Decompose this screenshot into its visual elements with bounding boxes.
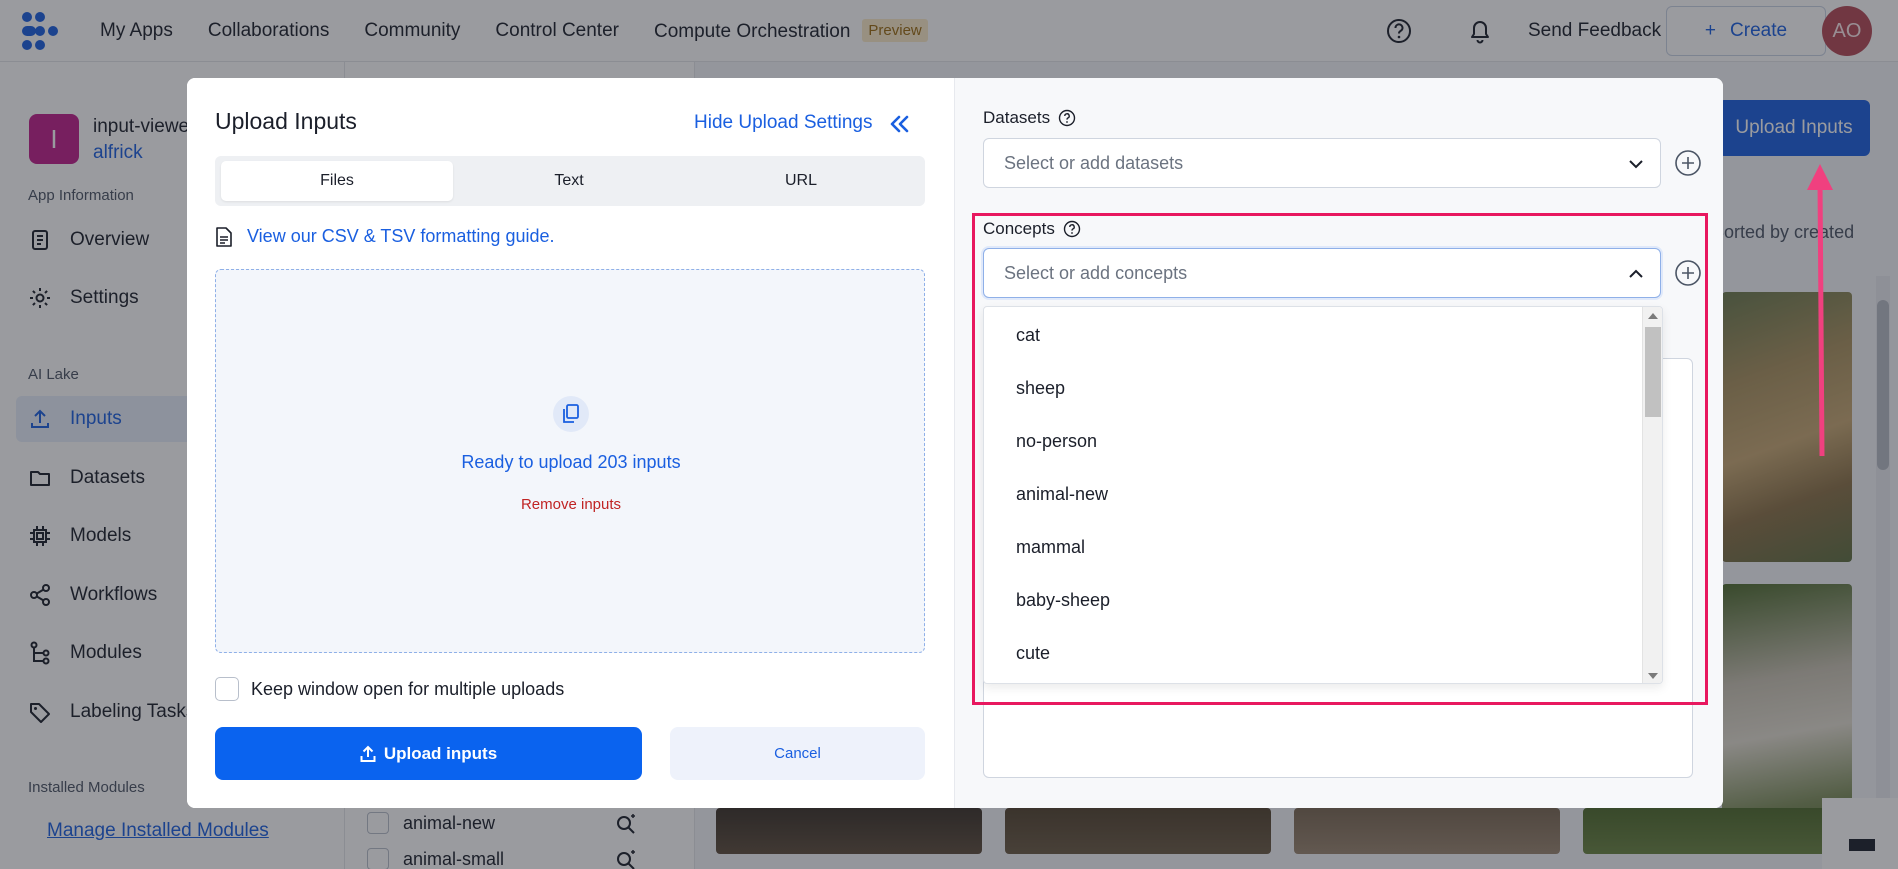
dropdown-scrollbar-thumb[interactable] (1645, 327, 1661, 417)
upload-type-tabs: Files Text URL (215, 156, 925, 206)
concept-option-baby-sheep[interactable]: baby-sheep (1016, 590, 1110, 611)
upload-inputs-modal: Upload Inputs Hide Upload Settings Files… (187, 78, 1723, 808)
add-dataset-icon[interactable] (1674, 149, 1702, 177)
remove-inputs-link[interactable]: Remove inputs (216, 496, 926, 513)
concepts-label: Concepts (983, 219, 1081, 239)
upload-icon (360, 745, 376, 762)
datasets-label: Datasets (983, 108, 1076, 128)
concept-option-cat[interactable]: cat (1016, 325, 1040, 346)
concept-option-cute[interactable]: cute (1016, 643, 1050, 664)
copy-files-icon (553, 396, 589, 432)
modal-left-panel: Upload Inputs Hide Upload Settings Files… (187, 78, 954, 808)
concept-option-mammal[interactable]: mammal (1016, 537, 1085, 558)
upload-button-label: Upload inputs (383, 743, 498, 763)
chevron-up-icon (1629, 269, 1643, 278)
add-concept-icon[interactable] (1674, 259, 1702, 287)
cancel-button[interactable]: Cancel (670, 727, 925, 780)
concepts-placeholder: Select or add concepts (1004, 262, 1188, 283)
scroll-down-arrow-icon[interactable] (1648, 673, 1658, 679)
dropdown-scrollbar[interactable] (1642, 307, 1662, 683)
concepts-select[interactable]: Select or add concepts (983, 248, 1661, 298)
csv-guide-text: View our CSV & TSV formatting guide. (247, 226, 555, 246)
scroll-up-arrow-icon[interactable] (1648, 313, 1658, 319)
keep-window-open-option[interactable]: Keep window open for multiple uploads (215, 677, 564, 701)
concepts-label-text: Concepts (983, 219, 1055, 238)
keep-open-checkbox[interactable] (215, 677, 239, 701)
double-chevron-left-icon[interactable] (887, 112, 911, 136)
modal-title: Upload Inputs (215, 108, 357, 134)
csv-guide-link[interactable]: View our CSV & TSV formatting guide. (215, 226, 555, 247)
tab-url[interactable]: URL (685, 161, 917, 201)
file-text-icon (216, 226, 232, 247)
file-dropzone[interactable]: Ready to upload 203 inputs Remove inputs (215, 269, 925, 653)
chevron-down-icon (1629, 160, 1643, 169)
concept-option-sheep[interactable]: sheep (1016, 378, 1065, 399)
upload-inputs-submit-button[interactable]: Upload inputs (215, 727, 642, 780)
help-icon[interactable] (1063, 220, 1081, 238)
pink-arrow-annotation (1807, 164, 1833, 457)
hide-upload-settings-link[interactable]: Hide Upload Settings (694, 112, 873, 134)
modal-settings-panel: Datasets Select or add datasets Concepts… (954, 78, 1723, 808)
tab-text[interactable]: Text (453, 161, 685, 201)
keep-open-label: Keep window open for multiple uploads (251, 678, 565, 699)
help-icon[interactable] (1058, 109, 1076, 127)
datasets-placeholder: Select or add datasets (1004, 152, 1184, 173)
datasets-label-text: Datasets (983, 108, 1051, 127)
concept-option-no-person[interactable]: no-person (1016, 431, 1097, 452)
concepts-dropdown-menu: cat sheep no-person animal-new mammal ba… (983, 306, 1663, 684)
tab-files[interactable]: Files (221, 161, 453, 201)
concept-option-animal-new[interactable]: animal-new (1016, 484, 1108, 505)
ready-to-upload-text: Ready to upload 203 inputs (461, 452, 681, 472)
datasets-select[interactable]: Select or add datasets (983, 138, 1661, 188)
